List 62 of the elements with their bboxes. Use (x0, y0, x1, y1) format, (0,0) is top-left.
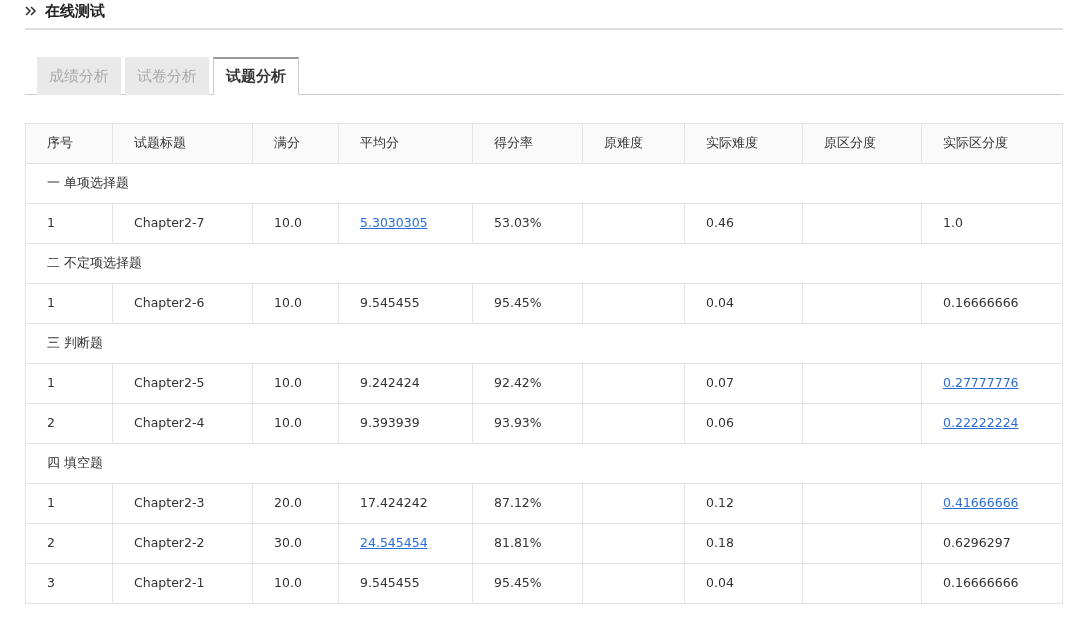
table-cell-text: 9.545455 (360, 295, 420, 311)
column-header: 原区分度 (802, 123, 922, 164)
table-cell-text: 0.12 (706, 495, 734, 511)
table-cell-text: 1 (47, 495, 55, 511)
column-header: 实际难度 (684, 123, 803, 164)
table-cell-text: 92.42% (494, 375, 542, 391)
table-cell-text: 17.424242 (360, 495, 428, 511)
page-title: 在线测试 (45, 0, 105, 22)
column-header: 试题标题 (112, 123, 253, 164)
value-link[interactable]: 24.545454 (360, 535, 428, 551)
table-cell-text: 0.04 (706, 295, 734, 311)
column-header: 原难度 (582, 123, 685, 164)
column-header: 得分率 (472, 123, 583, 164)
table-cell-text: 1 (47, 215, 55, 231)
tab[interactable]: 试题分析 (213, 57, 299, 95)
table-cell-text: 10.0 (274, 375, 302, 391)
table-cell-text: Chapter2-4 (134, 415, 205, 431)
table-cell-text: 0.6296297 (943, 535, 1011, 551)
table-cell-text: 1 (47, 375, 55, 391)
table-cell-text: 20.0 (274, 495, 302, 511)
table-cell-text: 0.46 (706, 215, 734, 231)
table-cell-text: 30.0 (274, 535, 302, 551)
table-cell-text: 2 (47, 415, 55, 431)
table-cell-text: Chapter2-1 (134, 575, 205, 591)
table-cell-text: 95.45% (494, 295, 542, 311)
table-cell-text: 9.242424 (360, 375, 420, 391)
table-cell-text: 95.45% (494, 575, 542, 591)
table-cell-text: 81.81% (494, 535, 542, 551)
table-cell-text: 0.04 (706, 575, 734, 591)
table-cell-text: 0.06 (706, 415, 734, 431)
section-title: 一 单项选择题 (47, 175, 129, 191)
table-cell-text: 10.0 (274, 415, 302, 431)
column-header: 满分 (252, 123, 339, 164)
table-cell-text: 0.07 (706, 375, 734, 391)
table-cell-text: 10.0 (274, 295, 302, 311)
table-cell-text: 93.93% (494, 415, 542, 431)
table-cell-text: 1 (47, 295, 55, 311)
table-cell-text: Chapter2-3 (134, 495, 205, 511)
table-cell-text: 9.393939 (360, 415, 420, 431)
table-cell-text: Chapter2-5 (134, 375, 205, 391)
table-cell-text: 2 (47, 535, 55, 551)
double-chevron-icon (25, 6, 37, 16)
table-cell-text: Chapter2-7 (134, 215, 205, 231)
table-cell-text: Chapter2-6 (134, 295, 205, 311)
section-title: 三 判断题 (47, 335, 103, 351)
table-cell-text: 10.0 (274, 215, 302, 231)
column-header: 平均分 (338, 123, 473, 164)
section-title: 二 不定项选择题 (47, 255, 142, 271)
table-cell-text: Chapter2-2 (134, 535, 205, 551)
column-header: 实际区分度 (921, 123, 1063, 164)
table-cell-text: 87.12% (494, 495, 542, 511)
table-cell-text: 0.18 (706, 535, 734, 551)
table-cell-text: 10.0 (274, 575, 302, 591)
table-cell-text: 53.03% (494, 215, 542, 231)
column-header: 序号 (25, 123, 113, 164)
table-cell-text: 3 (47, 575, 55, 591)
table-cell-text: 9.545455 (360, 575, 420, 591)
table-cell-text: 1.0 (943, 215, 963, 231)
section-title: 四 填空题 (47, 455, 103, 471)
table-cell-text: 0.16666666 (943, 575, 1019, 591)
value-link[interactable]: 5.3030305 (360, 215, 428, 231)
table-cell-text: 0.16666666 (943, 295, 1019, 311)
